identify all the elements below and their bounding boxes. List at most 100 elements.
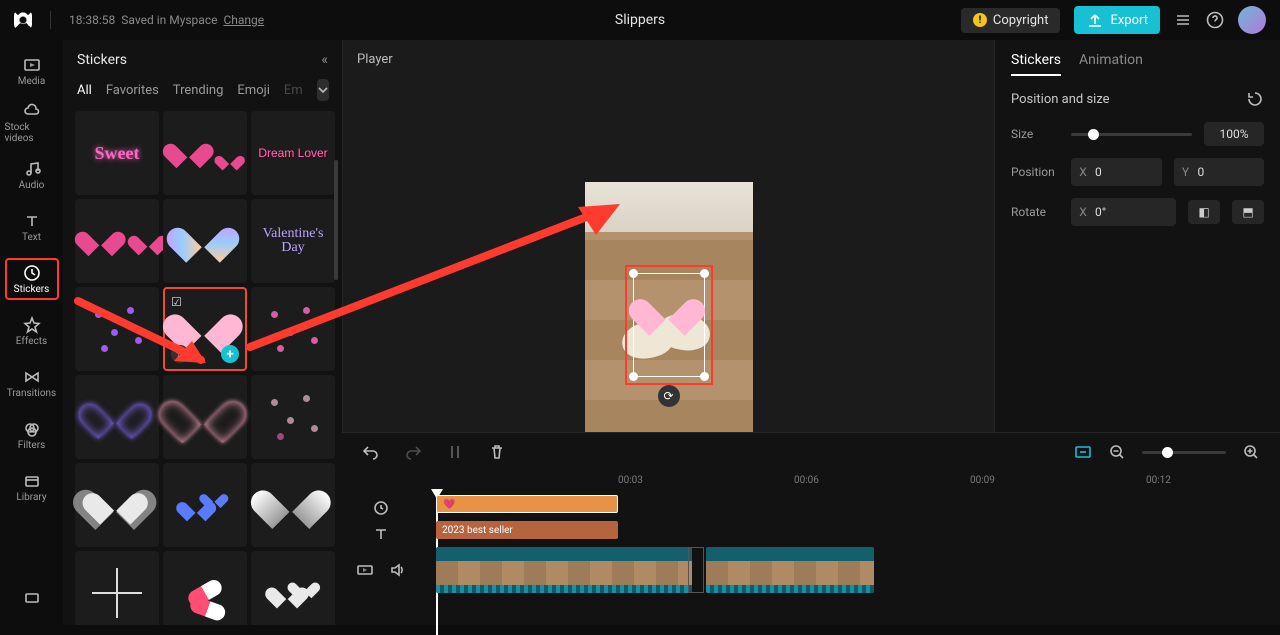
player-header: Player [343,40,994,78]
sticker-clip[interactable]: 💗 [436,495,618,513]
copyright-button[interactable]: ! Copyright [961,8,1061,33]
sticker-two-hearts[interactable] [163,111,247,195]
nav-stickers[interactable]: Stickers [5,258,59,300]
sticker-sweet[interactable]: Sweet [75,111,159,195]
filters-icon [23,420,41,438]
tab-stickers-props[interactable]: Stickers [1011,52,1061,76]
tab-more-button[interactable] [317,79,329,101]
sticker-soft-hearts[interactable] [251,375,335,459]
sticker-valentines[interactable]: Valentine's Day [251,199,335,283]
player-title: Player [357,52,393,67]
selection-rect[interactable]: ⟳ [625,265,713,385]
autofit-icon[interactable] [1074,443,1092,461]
sticker-pink-hearts[interactable] [75,199,159,283]
sticker-purple-outline-heart[interactable] [75,375,159,459]
sticker-selected-pink-heart[interactable]: ☑ ☆ + [163,287,247,371]
nav-transitions[interactable]: Transitions [5,362,59,404]
row-sticker-icon[interactable] [342,495,420,521]
sticker-pills[interactable] [163,551,247,625]
nav-stock-videos[interactable]: Stock videos [5,102,59,144]
zoom-out-icon[interactable] [1108,443,1126,461]
size-value[interactable]: 100% [1204,122,1264,146]
sticker-purple-scatter[interactable] [75,287,159,371]
size-slider[interactable] [1071,133,1192,136]
tab-trending[interactable]: Trending [173,83,224,98]
project-title[interactable]: Slippers [615,12,665,28]
resize-handle-br[interactable] [700,372,709,381]
sticker-grid: Sweet Dream Lover .holo::before,.holo::a… [63,101,342,625]
nav-media[interactable]: Media [5,50,59,92]
menu-icon[interactable] [1174,11,1192,29]
split-icon[interactable] [446,443,464,461]
resize-handle-tl[interactable] [629,269,638,278]
nav-effects[interactable]: Effects [5,310,59,352]
panel-scrollbar[interactable] [334,160,338,280]
flip-horizontal-button[interactable]: ◧ [1188,200,1220,224]
nav-audio[interactable]: Audio [5,154,59,196]
video-clip-1[interactable]: slippers demo1.mp4 00:04:24 [436,547,692,593]
chevron-down-icon [317,84,329,96]
size-row: Size 100% [1011,122,1264,146]
sticker-pink-scatter[interactable] [251,287,335,371]
favorite-button[interactable]: ☆ [171,345,189,363]
sticker-white-hearts[interactable] [251,551,335,625]
transition-gap[interactable] [688,547,704,593]
redo-icon[interactable] [404,443,422,461]
undo-icon[interactable] [362,443,380,461]
timeline-ruler[interactable]: 00:03 00:06 00:09 00:12 [342,471,1280,495]
video-row-icon[interactable] [356,561,374,579]
add-sticker-button[interactable]: + [221,345,239,363]
media-icon [23,56,41,74]
tab-all[interactable]: All [77,83,92,98]
video-clip-2[interactable]: ippers demo2.mp4 00:03:03 [706,547,874,593]
row-text-icon[interactable] [342,521,420,547]
change-location-link[interactable]: Change [223,13,264,27]
tab-overflow-label[interactable]: Em [284,83,303,98]
text-clip[interactable]: 2023 best seller [436,521,618,539]
resize-handle-tr[interactable] [700,269,709,278]
resize-handle-bl[interactable] [629,372,638,381]
text-icon [23,212,41,230]
sticker-white-rings[interactable] [75,463,159,547]
help-icon[interactable] [1206,11,1224,29]
stickers-panel: Stickers « All Favorites Trending Emoji … [63,40,342,625]
sync-icon[interactable]: ⟳ [658,385,680,407]
sticker-holo-heart[interactable]: .holo::before,.holo::after{background:li… [163,199,247,283]
sticker-chrome-heart[interactable] [251,463,335,547]
audio-icon [23,160,41,178]
delete-icon[interactable] [488,443,506,461]
zoom-slider[interactable] [1142,451,1226,454]
tab-animation[interactable]: Animation [1079,52,1143,76]
position-y-input[interactable]: Y0 [1174,158,1265,186]
export-button[interactable]: Export [1074,6,1160,34]
collapse-panel-icon[interactable]: « [321,52,328,68]
save-location: Saved in Myspace [121,13,217,27]
sticker-pink-outline-heart[interactable] [163,375,247,459]
sticker-blue-hearts[interactable] [163,463,247,547]
zoom-in-icon[interactable] [1242,443,1260,461]
tab-emoji[interactable]: Emoji [237,83,269,98]
flip-vertical-button[interactable]: ⬒ [1232,200,1264,224]
nav-library[interactable]: Library [5,466,59,508]
position-x-input[interactable]: X0 [1071,158,1162,186]
timeline-rows: 💗 2023 best seller slippers demo1.mp4 00… [342,495,1280,625]
nav-aspect[interactable] [23,589,41,611]
heart-emoji-icon: 💗 [443,499,455,510]
upload-icon [1086,11,1104,29]
placed-sticker[interactable] [645,292,691,334]
reset-icon[interactable] [1246,90,1264,108]
save-time: 18:38:58 [69,13,115,27]
sticker-dream-lover[interactable]: Dream Lover [251,111,335,195]
timeline-toolbar [342,433,1280,471]
nav-filters[interactable]: Filters [5,414,59,456]
app-logo[interactable] [14,11,32,29]
clock-icon [372,499,390,517]
mute-row-icon[interactable] [388,561,406,579]
nav-text[interactable]: Text [5,206,59,248]
rotate-row: Rotate X0° ◧ ⬒ [1011,198,1264,226]
user-avatar[interactable] [1238,6,1266,34]
row-video-icons [342,547,420,593]
sticker-sparkle[interactable] [75,551,159,625]
rotate-input[interactable]: X0° [1071,198,1176,226]
tab-favorites[interactable]: Favorites [106,83,159,98]
